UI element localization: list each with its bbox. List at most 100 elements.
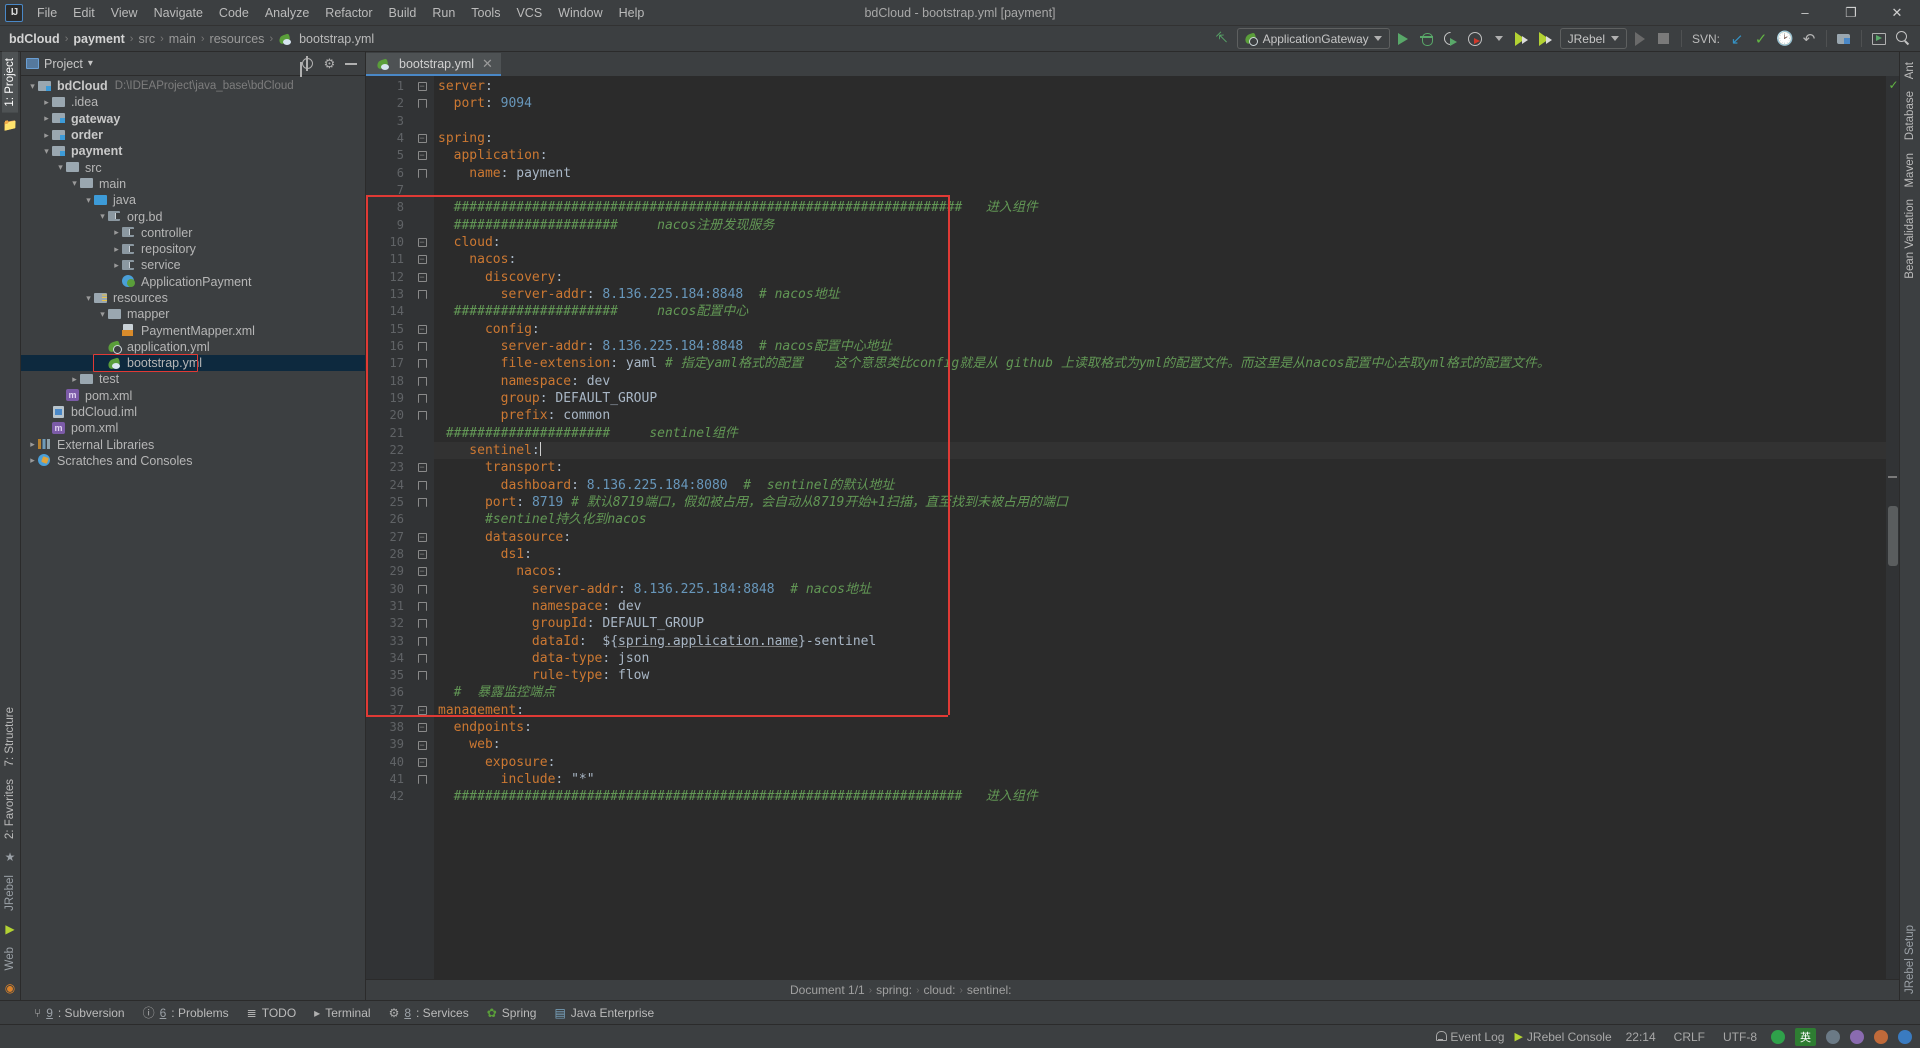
hide-panel-icon[interactable] xyxy=(345,62,357,65)
code-line[interactable]: groupId: DEFAULT_GROUP xyxy=(434,615,1886,632)
code-line[interactable]: discovery: xyxy=(434,269,1886,286)
ime-indicator[interactable]: 英 xyxy=(1795,1027,1816,1046)
tree-node-pom-xml[interactable]: m pom.xml xyxy=(21,388,365,404)
code-line[interactable]: port: 8719 # 默认8719端口，假如被占用，会自动从8719开始+1… xyxy=(434,494,1886,511)
fold-marker-icon[interactable] xyxy=(410,477,434,494)
line-separator-indicator[interactable]: CRLF xyxy=(1670,1030,1709,1044)
code-folding-gutter[interactable]: − − − − − − − − − − − − − − − xyxy=(410,76,434,979)
code-line[interactable]: nacos: xyxy=(434,251,1886,268)
fold-marker-icon[interactable] xyxy=(410,598,434,615)
code-line[interactable]: #sentinel持久化到nacos xyxy=(434,511,1886,528)
fold-marker-icon[interactable] xyxy=(410,407,434,424)
code-line[interactable]: ##################### sentinel组件 xyxy=(434,425,1886,442)
tool-window-javaenterprise[interactable]: ▤ Java Enterprise xyxy=(546,1004,662,1022)
sidebar-tab-jrebel[interactable]: JRebel xyxy=(2,869,18,917)
tree-expander-icon[interactable]: ▾ xyxy=(83,293,94,304)
tool-window-subversion[interactable]: ⑂ 9: Subversion xyxy=(26,1004,133,1022)
jrebel-selector[interactable]: JRebel xyxy=(1559,28,1627,49)
tree-expander-icon[interactable]: ▸ xyxy=(111,227,122,238)
tree-node-controller[interactable]: ▸ controller xyxy=(21,225,365,241)
editor-breadcrumb[interactable]: Document 1/1 › spring: › cloud: › sentinel: xyxy=(366,979,1899,1000)
sidebar-tab-jrebel-setup[interactable]: JRebel Setup xyxy=(1902,919,1918,1000)
code-line[interactable]: config: xyxy=(434,321,1886,338)
tree-node-java[interactable]: ▾ java xyxy=(21,192,365,208)
minimize-button[interactable]: – xyxy=(1782,0,1828,25)
fold-marker-icon[interactable] xyxy=(410,390,434,407)
tray-icon-3[interactable] xyxy=(1850,1029,1864,1044)
code-line[interactable]: namespace: dev xyxy=(434,598,1886,615)
run-button[interactable] xyxy=(1392,28,1414,50)
code-line[interactable]: sentinel: xyxy=(434,441,1886,460)
tray-icon-2[interactable] xyxy=(1826,1029,1840,1044)
tree-node-main[interactable]: ▾ main xyxy=(21,176,365,192)
editor-breadcrumb-item[interactable]: Document 1/1 xyxy=(786,983,869,997)
sidebar-tab-bean-validation[interactable]: Bean Validation xyxy=(1902,193,1918,285)
menu-navigate[interactable]: Navigate xyxy=(146,3,211,23)
tree-node-org-bd[interactable]: ▾ org.bd xyxy=(21,208,365,224)
editor-breadcrumb-item[interactable]: spring: xyxy=(872,983,916,997)
menu-code[interactable]: Code xyxy=(211,3,257,23)
jrebel-console-button[interactable]: ▶ JRebel Console xyxy=(1514,1030,1611,1044)
fold-marker-icon[interactable]: − xyxy=(410,130,434,147)
fold-marker-icon[interactable]: − xyxy=(410,546,434,563)
tree-node-src[interactable]: ▾ src xyxy=(21,159,365,175)
code-content[interactable]: server: port: 9094 spring: application: n… xyxy=(434,76,1886,979)
sidebar-tab-database[interactable]: Database xyxy=(1902,85,1918,146)
fold-marker-icon[interactable] xyxy=(410,95,434,112)
code-line[interactable]: server-addr: 8.136.225.184:8848 # nacos地… xyxy=(434,286,1886,303)
menu-file[interactable]: File xyxy=(29,3,65,23)
tree-expander-icon[interactable]: ▸ xyxy=(69,374,80,385)
sidebar-tab-favorites[interactable]: 2: Favorites xyxy=(2,773,18,845)
tree-node-order[interactable]: ▸ order xyxy=(21,127,365,143)
fold-marker-icon[interactable]: − xyxy=(410,719,434,736)
tree-expander-icon[interactable]: ▾ xyxy=(83,195,94,206)
fold-marker-icon[interactable] xyxy=(410,373,434,390)
tool-window-services[interactable]: ⚙ 8: Services xyxy=(381,1004,477,1022)
sidebar-tab-web[interactable]: Web xyxy=(2,941,18,976)
code-line[interactable]: ########################################… xyxy=(434,788,1886,805)
scrollbar-thumb[interactable] xyxy=(1888,506,1898,566)
run-with-coverage-button[interactable] xyxy=(1440,28,1462,50)
tree-expander-icon[interactable]: ▸ xyxy=(27,439,38,450)
debug-button[interactable] xyxy=(1416,28,1438,50)
fold-marker-icon[interactable]: − xyxy=(410,736,434,753)
menu-edit[interactable]: Edit xyxy=(65,3,103,23)
locate-file-icon[interactable] xyxy=(301,56,314,71)
code-line[interactable]: dataId: ${spring.application.name}-senti… xyxy=(434,633,1886,650)
code-line[interactable]: ########################################… xyxy=(434,199,1886,216)
code-line[interactable]: nacos: xyxy=(434,563,1886,580)
tool-window-terminal[interactable]: ▸ Terminal xyxy=(306,1004,378,1022)
gear-icon[interactable]: ⚙ xyxy=(323,57,336,70)
tree-expander-icon[interactable]: ▸ xyxy=(41,97,52,108)
tray-icon-5[interactable] xyxy=(1898,1029,1912,1044)
fold-marker-icon[interactable] xyxy=(410,165,434,182)
editor-tab-bootstrap-yml[interactable]: bootstrap.yml ✕ xyxy=(366,53,501,76)
code-line[interactable]: # 暴露监控端点 xyxy=(434,684,1886,701)
breadcrumb[interactable]: bdCloud › payment › src › main › resources › boots… xyxy=(6,32,377,46)
code-line[interactable]: spring: xyxy=(434,130,1886,147)
jrebel-run-button[interactable] xyxy=(1512,28,1534,50)
fold-marker-icon[interactable] xyxy=(410,355,434,372)
svn-history-icon[interactable]: 🕑 xyxy=(1774,28,1796,50)
tree-expander-icon[interactable]: ▾ xyxy=(97,309,108,320)
maximize-button[interactable]: ❐ xyxy=(1828,0,1874,25)
code-line[interactable]: rule-type: flow xyxy=(434,667,1886,684)
tree-node-repository[interactable]: ▸ repository xyxy=(21,241,365,257)
code-line[interactable]: data-type: json xyxy=(434,650,1886,667)
project-tree[interactable]: ▾ bdCloud D:\IDEAProject\java_base\bdCloud… xyxy=(21,76,365,1000)
svn-revert-icon[interactable]: ↶ xyxy=(1798,28,1820,50)
stop-button[interactable] xyxy=(1653,28,1675,50)
code-line[interactable]: application: xyxy=(434,147,1886,164)
tree-expander-icon[interactable]: ▸ xyxy=(111,244,122,255)
breadcrumb-bdcloud[interactable]: bdCloud xyxy=(6,32,63,46)
jump-to-source-icon[interactable]: ⤒ xyxy=(1213,28,1235,50)
tree-node-gateway[interactable]: ▸ gateway xyxy=(21,111,365,127)
tool-window-problems[interactable]: ⓘ 6: Problems xyxy=(135,1002,237,1023)
fold-marker-icon[interactable] xyxy=(410,650,434,667)
tree-expander-icon[interactable]: ▾ xyxy=(55,162,66,173)
fold-marker-icon[interactable] xyxy=(410,667,434,684)
code-line[interactable]: namespace: dev xyxy=(434,373,1886,390)
tree-node-paymentmapper-xml[interactable]: PaymentMapper.xml xyxy=(21,322,365,338)
tree-expander-icon[interactable]: ▸ xyxy=(41,113,52,124)
menu-window[interactable]: Window xyxy=(550,3,610,23)
